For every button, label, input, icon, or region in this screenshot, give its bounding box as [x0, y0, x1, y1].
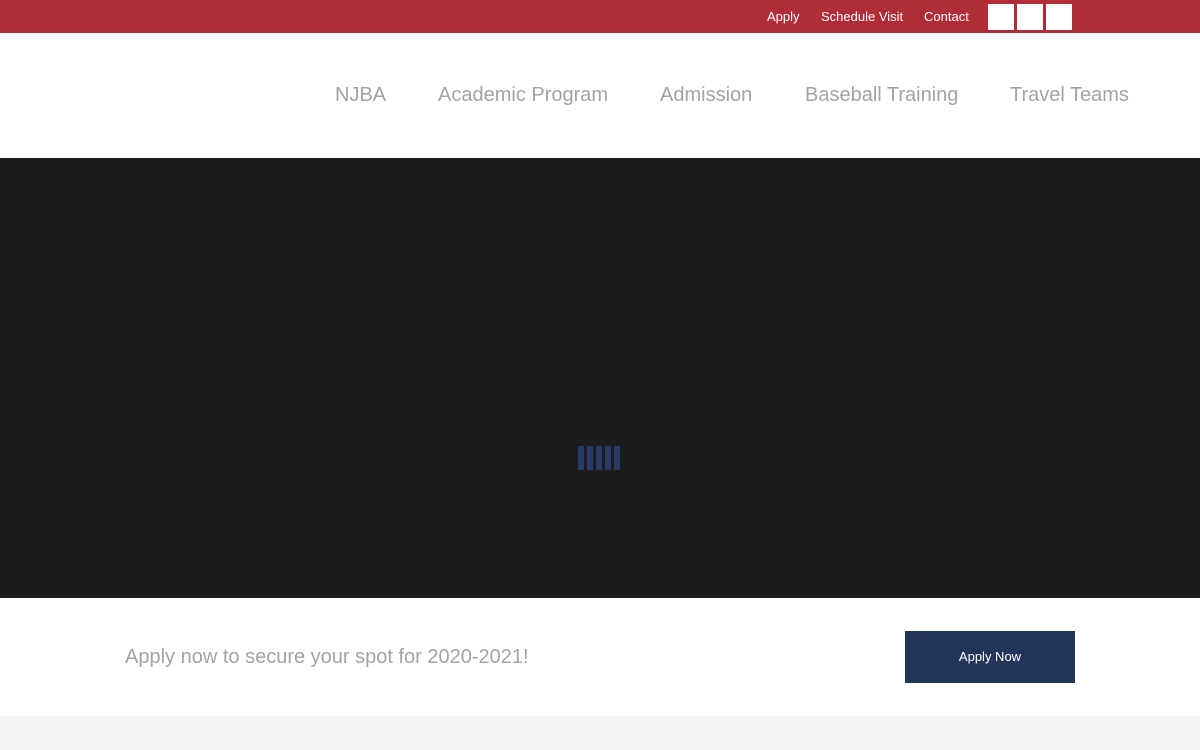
apply-cta-section: Apply now to secure your spot for 2020-2… [0, 598, 1200, 716]
hero-slider [0, 158, 1200, 598]
utility-links: Apply Schedule Visit Contact [0, 0, 1200, 33]
utility-link-apply[interactable]: Apply [767, 9, 800, 24]
footer-band [0, 716, 1200, 750]
nav-item-njba[interactable]: NJBA [335, 84, 386, 107]
site-logo[interactable] [40, 53, 260, 138]
social-icon-3[interactable] [1046, 4, 1072, 30]
loader-bar [587, 446, 593, 470]
apply-now-button[interactable]: Apply Now [905, 631, 1075, 683]
social-icon-1[interactable] [988, 4, 1014, 30]
top-utility-bar: Apply Schedule Visit Contact [0, 0, 1200, 33]
loader-bar [605, 446, 611, 470]
nav-item-admission[interactable]: Admission [660, 84, 752, 107]
cta-message: Apply now to secure your spot for 2020-2… [125, 646, 529, 668]
utility-link-schedule-visit[interactable]: Schedule Visit [821, 9, 903, 24]
nav-item-baseball-training[interactable]: Baseball Training [805, 84, 958, 107]
loading-bars-icon [578, 446, 622, 470]
loader-bar [578, 446, 584, 470]
social-icon-2[interactable] [1017, 4, 1043, 30]
utility-link-contact[interactable]: Contact [924, 9, 969, 24]
nav-item-academic-program[interactable]: Academic Program [438, 84, 608, 107]
loader-bar [614, 446, 620, 470]
loader-bar [596, 446, 602, 470]
main-header: NJBA Academic Program Admission Baseball… [0, 33, 1200, 158]
nav-item-travel-teams[interactable]: Travel Teams [1010, 84, 1129, 107]
